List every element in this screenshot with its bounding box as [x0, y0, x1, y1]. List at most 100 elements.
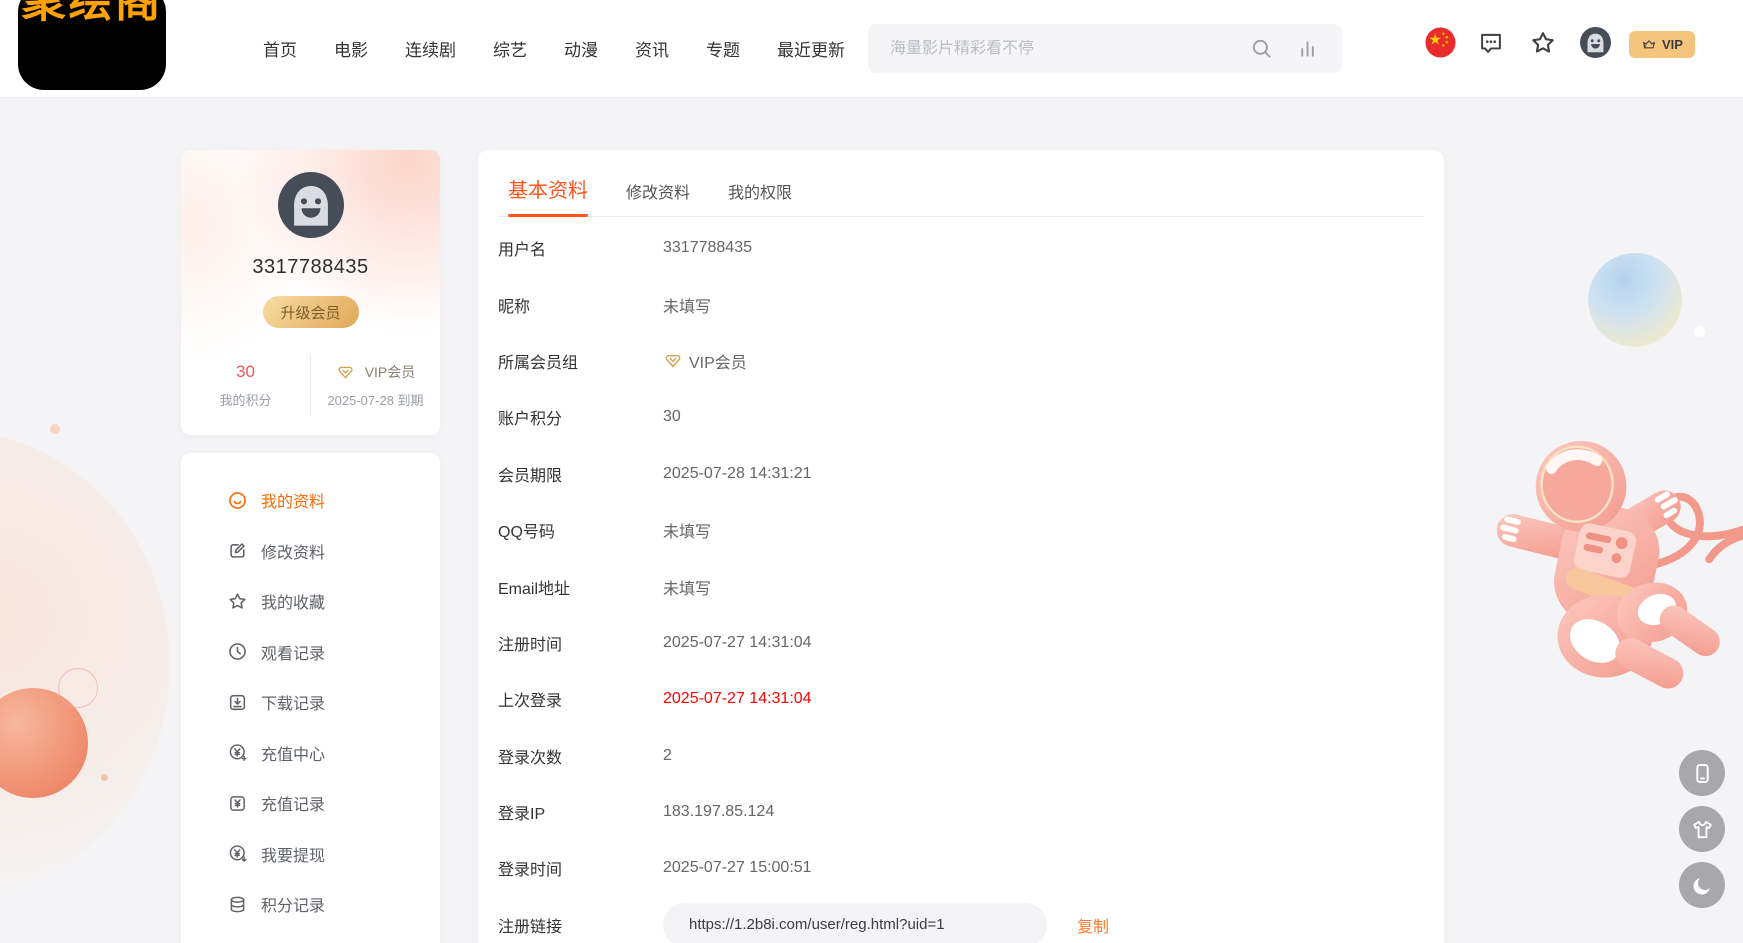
- profile-info-row: 用户名 3317788435 3317788435: [498, 220, 1424, 276]
- profile-tab[interactable]: 基本资料: [508, 174, 588, 216]
- edit-icon: [227, 540, 248, 561]
- chat-icon[interactable]: [1478, 30, 1504, 56]
- floating-button[interactable]: [1679, 862, 1725, 908]
- avatar-ghost-icon[interactable]: [1580, 27, 1611, 58]
- main-nav: 首页 电影 连续剧 综艺 动漫 资讯 专题 最近更新: [263, 0, 845, 97]
- info-value: 未填写: [663, 518, 711, 542]
- info-label: 所属会员组: [498, 349, 663, 373]
- profile-info-row: 登录次数 2 2: [498, 728, 1424, 784]
- device-icon: [1690, 761, 1715, 786]
- profile-tabs: 基本资料 修改资料 我的权限: [498, 150, 1424, 217]
- decor-ring: [58, 668, 98, 708]
- nav-item[interactable]: 首页: [263, 36, 297, 61]
- profile-info-row: 注册链接 https://1.2b8i.com/user/reg.html?ui…: [498, 897, 1424, 943]
- sidebar-menu-item[interactable]: 我的资料: [181, 475, 440, 526]
- points-label: 我的积分: [181, 390, 310, 409]
- info-label: 会员期限: [498, 462, 663, 486]
- info-value: 2: [663, 747, 672, 765]
- vip-crown-icon: [1641, 37, 1657, 53]
- clock-icon: [227, 641, 248, 662]
- info-value: 未填写: [663, 575, 711, 599]
- profile-info-row: 登录IP 183.197.85.124 183.197.85.124: [498, 784, 1424, 840]
- info-label: 注册链接: [498, 913, 663, 937]
- info-label: 登录IP: [498, 800, 663, 824]
- profile-info-row: 会员期限 2025-07-28 14:31:21 2025-07-28 14:3…: [498, 446, 1424, 502]
- star-icon: [227, 591, 248, 612]
- points-stat: 30 我的积分: [181, 354, 310, 415]
- china-flag-icon[interactable]: [1425, 27, 1456, 58]
- upgrade-membership-button[interactable]: 升级会员: [263, 296, 359, 328]
- sidebar-menu: 我的资料 修改资料 我的收藏 观看记录 下载记录 充值中心 充值记录: [181, 453, 440, 943]
- vip-button-label: VIP: [1662, 37, 1683, 52]
- nav-item[interactable]: 资讯: [635, 36, 669, 61]
- info-value: 183.197.85.124: [663, 803, 774, 821]
- sidebar-menu-item[interactable]: 积分记录: [181, 879, 440, 930]
- profile-info-row: QQ号码 未填写 未填写: [498, 502, 1424, 558]
- sidebar-menu-item[interactable]: 修改资料: [181, 526, 440, 577]
- profile-info-row: 账户积分 30 30: [498, 389, 1424, 445]
- decor-dot: [50, 424, 60, 434]
- info-label: Email地址: [498, 575, 663, 599]
- site-logo[interactable]: 聚绘阁: [18, 0, 166, 90]
- nav-item[interactable]: 最近更新: [777, 36, 845, 61]
- star-icon[interactable]: [1529, 29, 1557, 57]
- vip-expire-date: 2025-07-28 到期: [311, 390, 440, 409]
- withdraw-icon: [227, 843, 248, 864]
- copy-link-button[interactable]: 复制: [1077, 913, 1109, 937]
- info-label: 登录次数: [498, 744, 663, 768]
- info-value: VIP会员: [689, 349, 747, 373]
- floating-button[interactable]: [1679, 750, 1725, 796]
- profile-card: 3317788435 升级会员 30 我的积分 VIP会员 2025-07-28…: [181, 150, 440, 435]
- profile-info-row: 登录时间 2025-07-27 15:00:51 2025-07-27 15:0…: [498, 840, 1424, 896]
- points-value: 30: [181, 360, 310, 384]
- floating-button[interactable]: [1679, 806, 1725, 852]
- info-label: 注册时间: [498, 631, 663, 655]
- decor-dot: [101, 774, 108, 781]
- info-value: 2025-07-27 14:31:04: [663, 634, 812, 652]
- yen-square-icon: [227, 793, 248, 814]
- decor-soft-blob: [0, 430, 170, 900]
- site-logo-text: 聚绘阁: [18, 0, 166, 28]
- search-bar: [868, 24, 1342, 73]
- nav-item[interactable]: 动漫: [564, 36, 598, 61]
- nav-item[interactable]: 电影: [334, 36, 368, 61]
- info-label: 昵称: [498, 293, 663, 317]
- vip-stat: VIP会员 2025-07-28 到期: [310, 354, 440, 415]
- nav-item[interactable]: 综艺: [493, 36, 527, 61]
- info-value: 2025-07-28 14:31:21: [663, 465, 812, 483]
- vip-button[interactable]: VIP: [1629, 31, 1695, 58]
- sidebar-menu-item[interactable]: 我要提现: [181, 829, 440, 880]
- avatar-ghost-icon: [278, 172, 344, 238]
- nav-item[interactable]: 连续剧: [405, 36, 456, 61]
- floating-toolbar: [1679, 750, 1725, 908]
- profile-info-row: Email地址 未填写 未填写: [498, 558, 1424, 614]
- info-value: 2025-07-27 15:00:51: [663, 859, 812, 877]
- sidebar-menu-item[interactable]: 观看记录: [181, 627, 440, 678]
- moon-icon: [1690, 873, 1715, 898]
- info-label: 用户名: [498, 236, 663, 260]
- profile-info-row: 昵称 未填写 未填写: [498, 276, 1424, 332]
- smiley-icon: [227, 490, 248, 511]
- vip-diamond-icon: [336, 363, 355, 382]
- sidebar-menu-item[interactable]: 我的收藏: [181, 576, 440, 627]
- profile-tab[interactable]: 我的权限: [728, 179, 792, 216]
- sidebar-menu-item[interactable]: 充值记录: [181, 778, 440, 829]
- page: 聚绘阁 首页 电影 连续剧 综艺 动漫 资讯 专题 最近更新 VIP 3317788435 升…: [0, 0, 1743, 943]
- sidebar-menu-item[interactable]: 下载记录: [181, 677, 440, 728]
- chart-bars-icon[interactable]: [1297, 37, 1320, 60]
- info-label: 账户积分: [498, 405, 663, 429]
- decor-blue-sphere: [1588, 253, 1682, 347]
- profile-tab[interactable]: 修改资料: [626, 179, 690, 216]
- info-value: 2025-07-27 14:31:04: [663, 690, 812, 708]
- recharge-icon: [227, 742, 248, 763]
- search-icon[interactable]: [1250, 37, 1273, 60]
- vip-group-label: VIP会员: [365, 362, 416, 382]
- vip-diamond-icon: [663, 351, 683, 371]
- profile-info-row: 所属会员组 VIP会员 VIP会员: [498, 333, 1424, 389]
- profile-info-row: 注册时间 2025-07-27 14:31:04 2025-07-27 14:3…: [498, 615, 1424, 671]
- registration-link-field[interactable]: https://1.2b8i.com/user/reg.html?uid=1: [663, 903, 1047, 943]
- nav-item[interactable]: 专题: [706, 36, 740, 61]
- sidebar-menu-item[interactable]: 充值中心: [181, 728, 440, 779]
- search-input[interactable]: [868, 40, 1250, 58]
- database-icon: [227, 894, 248, 915]
